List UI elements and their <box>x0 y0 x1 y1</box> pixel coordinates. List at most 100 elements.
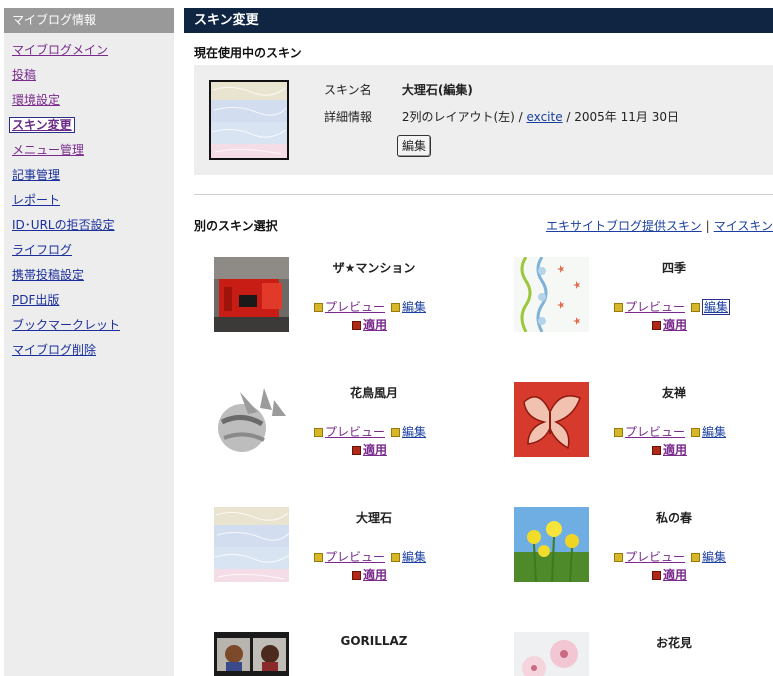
edit-label: 編集 <box>702 425 727 439</box>
sidebar-item-bookmarklet[interactable]: ブックマークレット <box>4 316 174 341</box>
skin-card: 大理石 プレビュー 編集 適用 <box>184 507 474 617</box>
my-skins-link[interactable]: マイスキン <box>714 219 773 233</box>
sidebar-item-block-settings[interactable]: ID･URLの拒否設定 <box>4 216 174 241</box>
skin-card: 私の春 プレビュー 編集 適用 <box>484 507 773 617</box>
skin-thumbnail[interactable] <box>214 257 289 332</box>
skin-card: 友禅 プレビュー 編集 適用 <box>484 382 773 492</box>
preview-link[interactable]: プレビュー <box>325 550 385 564</box>
preview-icon <box>314 428 323 437</box>
skin-name: 大理石 <box>355 511 392 525</box>
other-skin-heading: 別のスキン選択 <box>194 219 278 233</box>
apply-link[interactable]: 適用 <box>663 568 687 582</box>
preview-icon <box>614 553 623 562</box>
skin-name: お花見 <box>655 636 692 650</box>
sidebar-link[interactable]: マイブログ削除 <box>12 343 96 357</box>
sidebar-item-post[interactable]: 投稿 <box>4 66 174 91</box>
preview-link[interactable]: プレビュー <box>325 425 385 439</box>
apply-icon <box>352 321 361 330</box>
apply-icon <box>652 571 661 580</box>
sidebar-item-settings[interactable]: 環境設定 <box>4 91 174 116</box>
skin-actions: プレビュー 編集 <box>314 299 426 316</box>
skin-thumbnail[interactable] <box>214 632 289 676</box>
edit-label: 編集 <box>702 299 731 315</box>
edit-label: 編集 <box>402 550 427 564</box>
apply-link[interactable]: 適用 <box>363 443 387 457</box>
apply-link[interactable]: 適用 <box>663 318 687 332</box>
excite-skins-link[interactable]: エキサイトブログ提供スキン <box>546 219 702 233</box>
apply-action: 適用 <box>352 566 387 583</box>
apply-action: 適用 <box>352 441 387 458</box>
skin-thumbnail[interactable] <box>514 507 589 582</box>
skin-actions: プレビュー 編集 <box>314 549 426 566</box>
preview-link[interactable]: プレビュー <box>325 300 385 314</box>
preview-link[interactable]: プレビュー <box>625 425 685 439</box>
sidebar-link[interactable]: スキン変更 <box>9 117 75 133</box>
sidebar-link[interactable]: レポート <box>12 193 60 207</box>
skin-name: ザ★マンション <box>332 261 416 275</box>
sidebar-link[interactable]: PDF出版 <box>12 293 59 307</box>
apply-link[interactable]: 適用 <box>663 443 687 457</box>
link-separator: | <box>705 219 710 233</box>
edit-link[interactable]: 編集 <box>391 300 426 314</box>
edit-link[interactable]: 編集 <box>691 550 726 564</box>
sidebar-header: マイブログ情報 <box>4 8 174 33</box>
edit-icon <box>391 428 401 437</box>
main-content: スキン変更 現在使用中のスキン スキン名 大理石(編集) 詳細情報 2列のレイア… <box>184 8 773 676</box>
sidebar-link[interactable]: 携帯投稿設定 <box>12 268 84 282</box>
sidebar-item-article-manage[interactable]: 記事管理 <box>4 166 174 191</box>
sidebar-link[interactable]: マイブログメイン <box>12 43 108 57</box>
apply-icon <box>652 321 661 330</box>
edit-link[interactable]: 編集 <box>391 425 426 439</box>
sidebar-item-lifelog[interactable]: ライフログ <box>4 241 174 266</box>
skin-card: 花鳥風月 プレビュー 編集 適用 <box>184 382 474 492</box>
edit-link[interactable]: 編集 <box>691 425 726 439</box>
detail-prefix: 2列のレイアウト(左) / <box>401 110 527 124</box>
current-skin-detail-row: 詳細情報 2列のレイアウト(左) / excite / 2005年 11月 30… <box>324 108 679 125</box>
edit-link[interactable]: 編集 <box>391 550 426 564</box>
edit-label: 編集 <box>402 300 427 314</box>
sidebar-item-mobile-post[interactable]: 携帯投稿設定 <box>4 266 174 291</box>
skin-name: 友禅 <box>661 386 686 400</box>
sidebar-item-menu-manage[interactable]: メニュー管理 <box>4 141 174 166</box>
apply-link[interactable]: 適用 <box>363 318 387 332</box>
sidebar-item-pdf[interactable]: PDF出版 <box>4 291 174 316</box>
sidebar-item-delete-blog[interactable]: マイブログ削除 <box>4 341 174 366</box>
sidebar-link[interactable]: ブックマークレット <box>12 318 120 332</box>
sidebar-link[interactable]: メニュー管理 <box>12 143 84 157</box>
skin-thumbnail[interactable] <box>514 257 589 332</box>
skin-name-label: スキン名 <box>324 83 372 97</box>
sidebar-item-myblog-main[interactable]: マイブログメイン <box>4 41 174 66</box>
apply-icon <box>652 446 661 455</box>
preview-icon <box>314 303 323 312</box>
edit-link[interactable]: 編集 <box>691 299 731 315</box>
current-skin-name-row: スキン名 大理石(編集) <box>324 81 473 98</box>
skin-card: お花見 <box>484 632 773 676</box>
apply-action: 適用 <box>652 566 687 583</box>
skin-thumbnail[interactable] <box>214 382 289 457</box>
sidebar-link[interactable]: 環境設定 <box>12 93 60 107</box>
sidebar-item-report[interactable]: レポート <box>4 191 174 216</box>
skin-card: GORILLAZ <box>184 632 474 676</box>
sidebar-link[interactable]: ID･URLの拒否設定 <box>12 218 115 232</box>
edit-icon <box>691 428 701 437</box>
sidebar-item-skin-change[interactable]: スキン変更 <box>4 116 174 141</box>
skin-thumbnail[interactable] <box>214 507 289 582</box>
apply-icon <box>352 571 361 580</box>
preview-link[interactable]: プレビュー <box>625 300 685 314</box>
excite-link[interactable]: excite <box>527 110 563 124</box>
skin-actions: プレビュー 編集 <box>314 424 426 441</box>
skin-actions: プレビュー 編集 <box>614 299 731 316</box>
preview-icon <box>614 428 623 437</box>
preview-link[interactable]: プレビュー <box>625 550 685 564</box>
skin-actions: プレビュー 編集 <box>614 424 726 441</box>
sidebar-link[interactable]: ライフログ <box>12 243 72 257</box>
skin-thumbnail[interactable] <box>514 382 589 457</box>
apply-link[interactable]: 適用 <box>363 568 387 582</box>
preview-icon <box>614 303 623 312</box>
skin-thumbnail[interactable] <box>514 632 589 676</box>
sidebar-link[interactable]: 投稿 <box>12 68 36 82</box>
apply-action: 適用 <box>352 316 387 333</box>
sidebar-menu: マイブログメイン 投稿 環境設定 スキン変更 メニュー管理 記事管理 レポート … <box>4 33 174 366</box>
edit-button[interactable]: 編集 <box>397 135 432 157</box>
sidebar-link[interactable]: 記事管理 <box>12 168 60 182</box>
